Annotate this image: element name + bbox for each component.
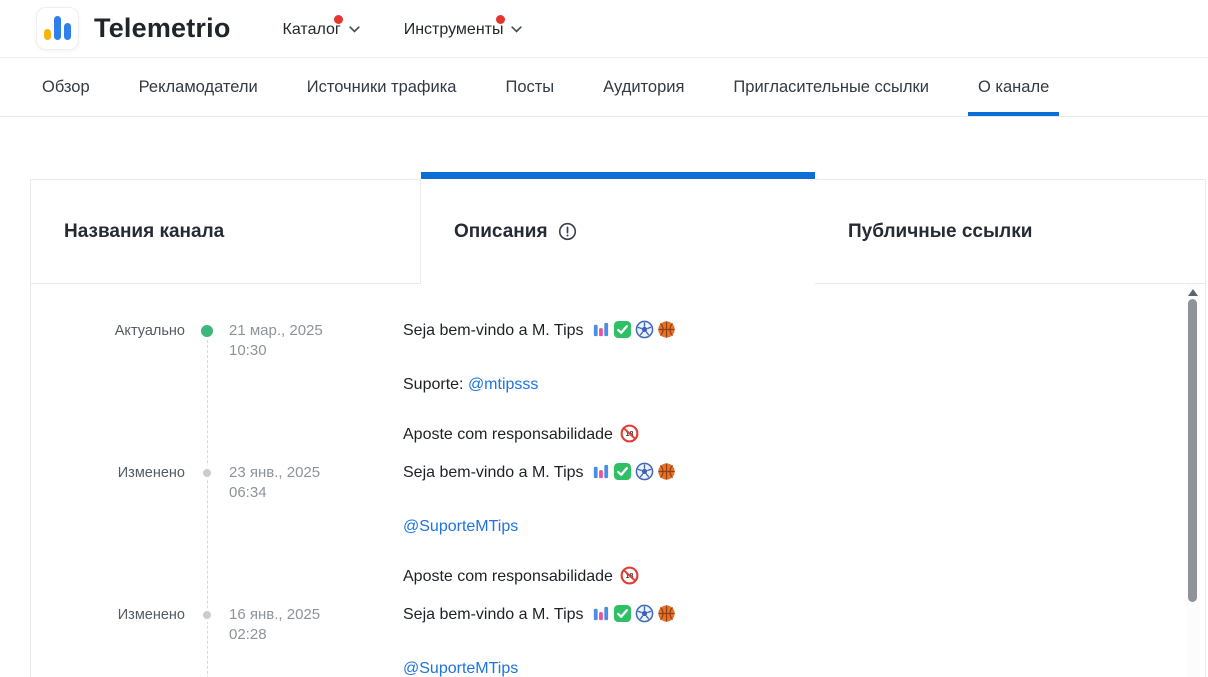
date: 21 мар., 2025 bbox=[229, 321, 403, 341]
channel-section-tabs: Обзор Рекламодатели Источники трафика Посты… bbox=[0, 58, 1208, 117]
panel-tab-label: Описания bbox=[454, 221, 548, 243]
time: 02:28 bbox=[229, 625, 403, 645]
panel-tabs: Названия канала Описания Публичные ссылки bbox=[30, 172, 1206, 284]
descriptions-timeline: Актуально21 мар., 202510:30Seja bem-vind… bbox=[31, 284, 1205, 677]
tab-about-channel[interactable]: О канале bbox=[968, 58, 1059, 116]
underage-18-emoji: 18 bbox=[620, 566, 639, 592]
nav-tools-label: Инструменты bbox=[404, 21, 504, 39]
about-channel-panel: Названия каналаОписанияПубличные ссылки … bbox=[30, 172, 1206, 677]
panel-tab-label: Названия канала bbox=[64, 221, 224, 243]
description-line: @SuporteMTips bbox=[403, 516, 1205, 538]
check-mark-emoji bbox=[613, 320, 632, 346]
description-text: Seja bem-vindo a M. Tips @SuporteMTips bbox=[403, 604, 1205, 677]
date: 23 янв., 2025 bbox=[229, 463, 403, 483]
current-status-dot bbox=[201, 325, 213, 337]
status-label: Изменено bbox=[31, 604, 185, 677]
date-time: 23 янв., 202506:34 bbox=[229, 462, 403, 592]
time: 10:30 bbox=[229, 341, 403, 361]
panel-tab-public-links[interactable]: Публичные ссылки bbox=[815, 179, 1206, 284]
timeline-dot-cell bbox=[185, 604, 229, 677]
top-navigation: Каталог Инструменты bbox=[283, 19, 523, 39]
basketball-emoji bbox=[657, 604, 676, 630]
timeline-row: Изменено 23 янв., 202506:34Seja bem-vindo… bbox=[31, 462, 1205, 592]
underage-18-emoji: 18 bbox=[620, 424, 639, 450]
brand-name: Telemetrio bbox=[94, 13, 231, 44]
date-time: 16 янв., 202502:28 bbox=[229, 604, 403, 677]
vertical-scrollbar[interactable] bbox=[1186, 284, 1200, 677]
nav-catalog-label: Каталог bbox=[283, 21, 341, 39]
text-segment: Seja bem-vindo a M. Tips bbox=[403, 606, 588, 623]
status-label: Изменено bbox=[31, 462, 185, 592]
description-line: @SuporteMTips bbox=[403, 658, 1205, 677]
chevron-down-icon bbox=[511, 26, 522, 33]
tab-invite-links[interactable]: Пригласительные ссылки bbox=[723, 58, 939, 116]
text-segment: Aposte com responsabilidade bbox=[403, 568, 617, 585]
main-content: Названия каналаОписанияПубличные ссылки … bbox=[0, 117, 1208, 677]
telegram-username-link[interactable]: @SuporteMTips bbox=[403, 660, 518, 677]
telegram-username-link[interactable]: @mtipsss bbox=[468, 376, 538, 393]
timeline-row: Изменено 16 янв., 202502:28Seja bem-vindo… bbox=[31, 604, 1205, 677]
description-line: Seja bem-vindo a M. Tips bbox=[403, 462, 1205, 488]
chevron-down-icon bbox=[349, 26, 360, 33]
history-dot bbox=[203, 469, 211, 477]
history-dot bbox=[203, 611, 211, 619]
check-mark-emoji bbox=[613, 604, 632, 630]
notification-dot bbox=[334, 15, 343, 24]
check-mark-emoji bbox=[613, 462, 632, 488]
timeline-dot-cell bbox=[185, 320, 229, 450]
nav-tools[interactable]: Инструменты bbox=[404, 19, 523, 39]
status-label: Актуально bbox=[31, 320, 185, 450]
text-segment: Seja bem-vindo a M. Tips bbox=[403, 464, 588, 481]
soccer-ball-emoji bbox=[635, 462, 654, 488]
text-segment: Seja bem-vindo a M. Tips bbox=[403, 322, 588, 339]
telegram-username-link[interactable]: @SuporteMTips bbox=[403, 518, 518, 535]
description-line: Aposte com responsabilidade 18 bbox=[403, 424, 1205, 450]
scrollbar-thumb[interactable] bbox=[1188, 299, 1197, 602]
time: 06:34 bbox=[229, 483, 403, 503]
nav-catalog[interactable]: Каталог bbox=[283, 19, 360, 39]
text-segment: Aposte com responsabilidade bbox=[403, 426, 617, 443]
logo-bar-yellow bbox=[44, 29, 51, 40]
tab-posts[interactable]: Посты bbox=[495, 58, 564, 116]
panel-tab-label: Публичные ссылки bbox=[848, 221, 1032, 243]
description-line: Aposte com responsabilidade 18 bbox=[403, 566, 1205, 592]
notification-dot bbox=[496, 15, 505, 24]
bar-chart-emoji bbox=[591, 320, 610, 346]
text-segment: Suporte: bbox=[403, 376, 468, 393]
description-line: Seja bem-vindo a M. Tips bbox=[403, 320, 1205, 346]
soccer-ball-emoji bbox=[635, 604, 654, 630]
bar-chart-emoji bbox=[591, 604, 610, 630]
timeline-dot-cell bbox=[185, 462, 229, 592]
telemetrio-logo-icon bbox=[36, 7, 79, 50]
soccer-ball-emoji bbox=[635, 320, 654, 346]
timeline-row: Актуально 21 мар., 202510:30Seja bem-vind… bbox=[31, 320, 1205, 450]
tab-overview[interactable]: Обзор bbox=[32, 58, 100, 116]
descriptions-content: Актуально21 мар., 202510:30Seja bem-vind… bbox=[30, 284, 1206, 677]
scrollbar-up-arrow-icon[interactable] bbox=[1188, 289, 1198, 296]
description-line: Suporte: @mtipsss bbox=[403, 374, 1205, 396]
logo-bar-blue-mid bbox=[64, 23, 71, 40]
basketball-emoji bbox=[657, 462, 676, 488]
basketball-emoji bbox=[657, 320, 676, 346]
tab-traffic-sources[interactable]: Источники трафика bbox=[297, 58, 467, 116]
panel-tab-descriptions[interactable]: Описания bbox=[421, 172, 815, 284]
date: 16 янв., 2025 bbox=[229, 605, 403, 625]
logo-bar-blue-tall bbox=[54, 16, 61, 40]
info-icon bbox=[558, 222, 577, 241]
telemetrio-logo[interactable]: Telemetrio bbox=[36, 7, 231, 50]
tab-audience[interactable]: Аудитория bbox=[593, 58, 694, 116]
bar-chart-emoji bbox=[591, 462, 610, 488]
description-text: Seja bem-vindo a M. Tips Suporte: @mtips… bbox=[403, 320, 1205, 450]
app-header: Telemetrio Каталог Инструменты bbox=[0, 0, 1208, 58]
panel-tab-channel-names[interactable]: Названия канала bbox=[30, 179, 421, 284]
date-time: 21 мар., 202510:30 bbox=[229, 320, 403, 450]
description-line: Seja bem-vindo a M. Tips bbox=[403, 604, 1205, 630]
description-text: Seja bem-vindo a M. Tips @SuporteMTips Ap… bbox=[403, 462, 1205, 592]
tab-advertisers[interactable]: Рекламодатели bbox=[129, 58, 268, 116]
